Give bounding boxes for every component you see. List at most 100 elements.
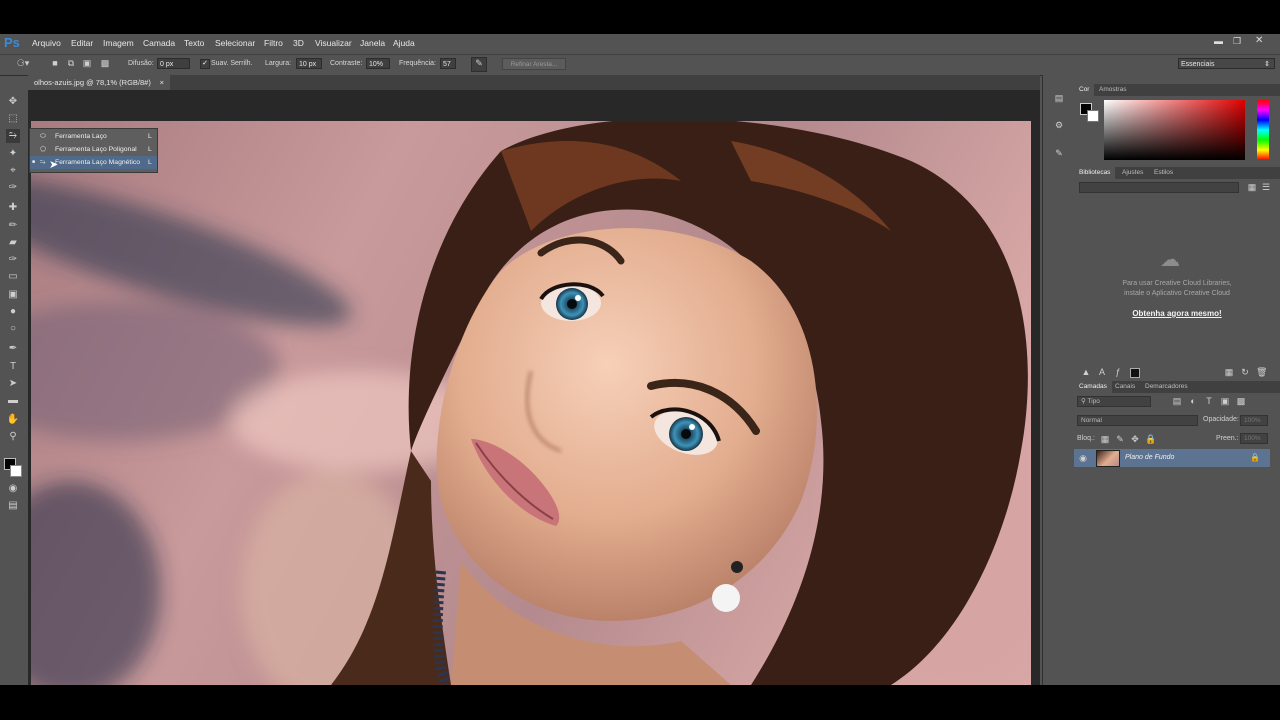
document-tab-title: olhos-azuis.jpg @ 78,1% (RGB/8#) xyxy=(34,78,151,87)
difusao-field[interactable]: 0 px xyxy=(157,58,190,69)
tab-canais[interactable]: Canais xyxy=(1110,381,1140,393)
flyout-item-laco-poligonal[interactable]: ⬠ Ferramenta Laço Poligonal L xyxy=(30,143,157,156)
menu-janela[interactable]: Janela xyxy=(360,38,385,48)
list-view-icon[interactable]: ☰ xyxy=(1261,182,1271,192)
menu-3d[interactable]: 3D xyxy=(293,38,304,48)
lock-pixels-icon[interactable]: ✎ xyxy=(1115,434,1125,444)
fill-field[interactable]: 100% xyxy=(1240,433,1268,444)
eye-visibility-icon[interactable]: ◉ xyxy=(1077,453,1089,463)
menu-ajuda[interactable]: Ajuda xyxy=(393,38,415,48)
quick-selection-tool-icon[interactable]: ✦ xyxy=(6,147,20,161)
tab-cor[interactable]: Cor xyxy=(1074,84,1095,96)
lock-position-icon[interactable]: ✥ xyxy=(1130,434,1140,444)
zoom-tool-icon[interactable]: ⚲ xyxy=(6,430,20,444)
screen-mode-icon[interactable]: ▤ xyxy=(6,499,20,513)
document-tab[interactable]: olhos-azuis.jpg @ 78,1% (RGB/8#) × xyxy=(28,75,170,90)
lock-all-icon[interactable]: 🔒 xyxy=(1145,434,1156,444)
panel-menu-icon[interactable]: ▦ xyxy=(1224,367,1234,377)
menu-visualizar[interactable]: Visualizar xyxy=(315,38,352,48)
add-selection-icon[interactable]: ⧉ xyxy=(66,58,76,68)
eyedropper-tool-icon[interactable]: ✑ xyxy=(6,181,20,195)
character-panel-icon[interactable]: ✎ xyxy=(1052,148,1066,158)
bg-color-chip[interactable] xyxy=(1087,110,1099,122)
subtract-selection-icon[interactable]: ▣ xyxy=(82,58,92,68)
path-selection-tool-icon[interactable]: ➤ xyxy=(6,377,20,391)
layer-name[interactable]: Plano de Fundo xyxy=(1125,454,1174,461)
library-dropdown[interactable] xyxy=(1079,182,1239,193)
tab-camadas[interactable]: Camadas xyxy=(1074,381,1112,393)
marquee-tool-icon[interactable]: ⬚ xyxy=(6,112,20,126)
tab-demarcadores[interactable]: Demarcadores xyxy=(1140,381,1193,393)
tablet-pressure-icon[interactable]: ✎ xyxy=(471,57,487,72)
tab-ajustes[interactable]: Ajustes xyxy=(1117,167,1148,179)
largura-field[interactable]: 10 px xyxy=(296,58,322,69)
eraser-tool-icon[interactable]: ▭ xyxy=(6,270,20,284)
intersect-selection-icon[interactable]: ▩ xyxy=(100,58,110,68)
filter-type-icon[interactable]: T xyxy=(1204,396,1214,406)
filter-adjustment-icon[interactable]: ◐ xyxy=(1188,396,1198,406)
new-selection-icon[interactable]: ■ xyxy=(50,58,60,68)
move-tool-icon[interactable]: ✥ xyxy=(6,95,20,109)
blend-mode-dropdown[interactable]: Normal xyxy=(1077,415,1198,426)
layer-filter-dropdown[interactable]: ⚲ Tipo xyxy=(1077,396,1151,407)
brush-tool-icon[interactable]: ✏ xyxy=(6,219,20,233)
hue-slider[interactable] xyxy=(1257,100,1269,160)
clone-stamp-tool-icon[interactable]: ▰ xyxy=(6,236,20,250)
menu-texto[interactable]: Texto xyxy=(184,38,204,48)
add-character-style-icon[interactable]: A xyxy=(1097,367,1107,377)
color-picker-field[interactable] xyxy=(1104,100,1245,160)
menu-arquivo[interactable]: Arquivo xyxy=(32,38,61,48)
type-tool-icon[interactable]: T xyxy=(6,360,20,374)
background-color-swatch[interactable] xyxy=(10,465,22,477)
filter-shape-icon[interactable]: ▣ xyxy=(1220,396,1230,406)
flyout-label: Ferramenta Laço Poligonal xyxy=(55,146,137,153)
gradient-tool-icon[interactable]: ▣ xyxy=(6,288,20,302)
healing-brush-tool-icon[interactable]: ✚ xyxy=(6,201,20,215)
panel-icon-strip xyxy=(1042,75,1073,685)
blur-tool-icon[interactable]: ● xyxy=(6,305,20,319)
history-brush-tool-icon[interactable]: ✑ xyxy=(6,253,20,267)
dodge-tool-icon[interactable]: ○ xyxy=(6,322,20,336)
flyout-item-laco[interactable]: ⬭ Ferramenta Laço L xyxy=(30,130,157,143)
menu-camada[interactable]: Camada xyxy=(143,38,175,48)
quick-mask-icon[interactable]: ◉ xyxy=(6,482,20,496)
close-tab-icon[interactable]: × xyxy=(160,75,164,90)
layer-filter-value: Tipo xyxy=(1087,398,1100,405)
properties-panel-icon[interactable]: ⚙ xyxy=(1052,120,1066,130)
filter-smart-object-icon[interactable]: ▩ xyxy=(1236,396,1246,406)
tab-bibliotecas[interactable]: Bibliotecas xyxy=(1074,167,1116,179)
sync-icon[interactable]: ↻ xyxy=(1240,367,1250,377)
opacity-field[interactable]: 100% xyxy=(1240,415,1268,426)
restore-icon[interactable]: ❐ xyxy=(1233,36,1241,47)
portrait-photo[interactable] xyxy=(31,121,1031,685)
menu-imagem[interactable]: Imagem xyxy=(103,38,134,48)
crop-tool-icon[interactable]: ⌖ xyxy=(6,164,20,178)
history-panel-icon[interactable]: ▤ xyxy=(1052,93,1066,103)
contraste-field[interactable]: 10% xyxy=(366,58,390,69)
close-icon[interactable]: ✕ xyxy=(1255,35,1263,46)
add-color-swatch-icon[interactable] xyxy=(1130,368,1140,378)
obtenha-link[interactable]: Obtenha agora mesmo! xyxy=(1074,309,1280,318)
menu-filtro[interactable]: Filtro xyxy=(264,38,283,48)
tab-estilos[interactable]: Estilos xyxy=(1149,167,1178,179)
menu-editar[interactable]: Editar xyxy=(71,38,93,48)
grid-view-icon[interactable]: ▦ xyxy=(1247,182,1257,192)
rectangle-tool-icon[interactable]: ▬ xyxy=(6,394,20,408)
menu-selecionar[interactable]: Selecionar xyxy=(215,38,255,48)
lock-transparency-icon[interactable]: ▦ xyxy=(1100,434,1110,444)
minimize-icon[interactable]: ▬ xyxy=(1214,36,1223,46)
hand-tool-icon[interactable]: ✋ xyxy=(6,413,20,427)
refinar-aresta-button[interactable]: Refinar Aresta... xyxy=(502,58,566,70)
add-graphic-icon[interactable]: ▲ xyxy=(1081,367,1091,377)
magnetic-lasso-preset-icon[interactable]: ⚆▾ xyxy=(14,58,32,68)
lasso-icon: ⬭ xyxy=(40,133,46,140)
frequencia-field[interactable]: 57 xyxy=(440,58,456,69)
suav-serrilh-checkbox[interactable]: ✓ xyxy=(200,59,210,69)
lasso-tool-icon[interactable]: ⥲ xyxy=(6,129,20,143)
workspace-dropdown[interactable]: Essenciais ⇕ xyxy=(1178,58,1275,69)
filter-pixel-icon[interactable]: ▤ xyxy=(1172,396,1182,406)
pen-tool-icon[interactable]: ✒ xyxy=(6,342,20,356)
tab-amostras[interactable]: Amostras xyxy=(1094,84,1131,96)
add-layer-style-icon[interactable]: ƒ xyxy=(1113,367,1123,377)
delete-icon[interactable]: 🗑 xyxy=(1256,367,1267,377)
